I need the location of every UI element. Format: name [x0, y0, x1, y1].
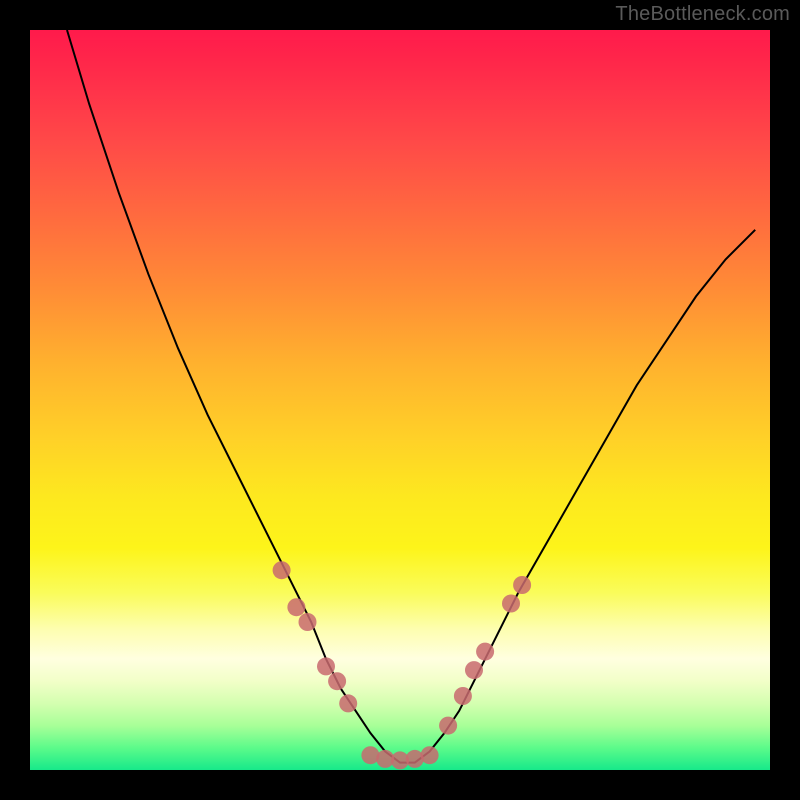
data-marker — [502, 595, 520, 613]
data-marker — [317, 657, 335, 675]
watermark-text: TheBottleneck.com — [615, 3, 790, 26]
bottleneck-curve — [67, 30, 755, 763]
data-marker — [513, 576, 531, 594]
data-marker — [439, 717, 457, 735]
data-marker — [465, 661, 483, 679]
data-marker — [339, 694, 357, 712]
chart-frame: TheBottleneck.com — [0, 0, 800, 800]
data-marker — [328, 672, 346, 690]
data-marker — [273, 561, 291, 579]
data-marker — [287, 598, 305, 616]
chart-svg — [30, 30, 770, 770]
data-marker — [421, 746, 439, 764]
plot-area — [30, 30, 770, 770]
data-marker — [476, 643, 494, 661]
data-marker — [299, 613, 317, 631]
data-marker — [454, 687, 472, 705]
